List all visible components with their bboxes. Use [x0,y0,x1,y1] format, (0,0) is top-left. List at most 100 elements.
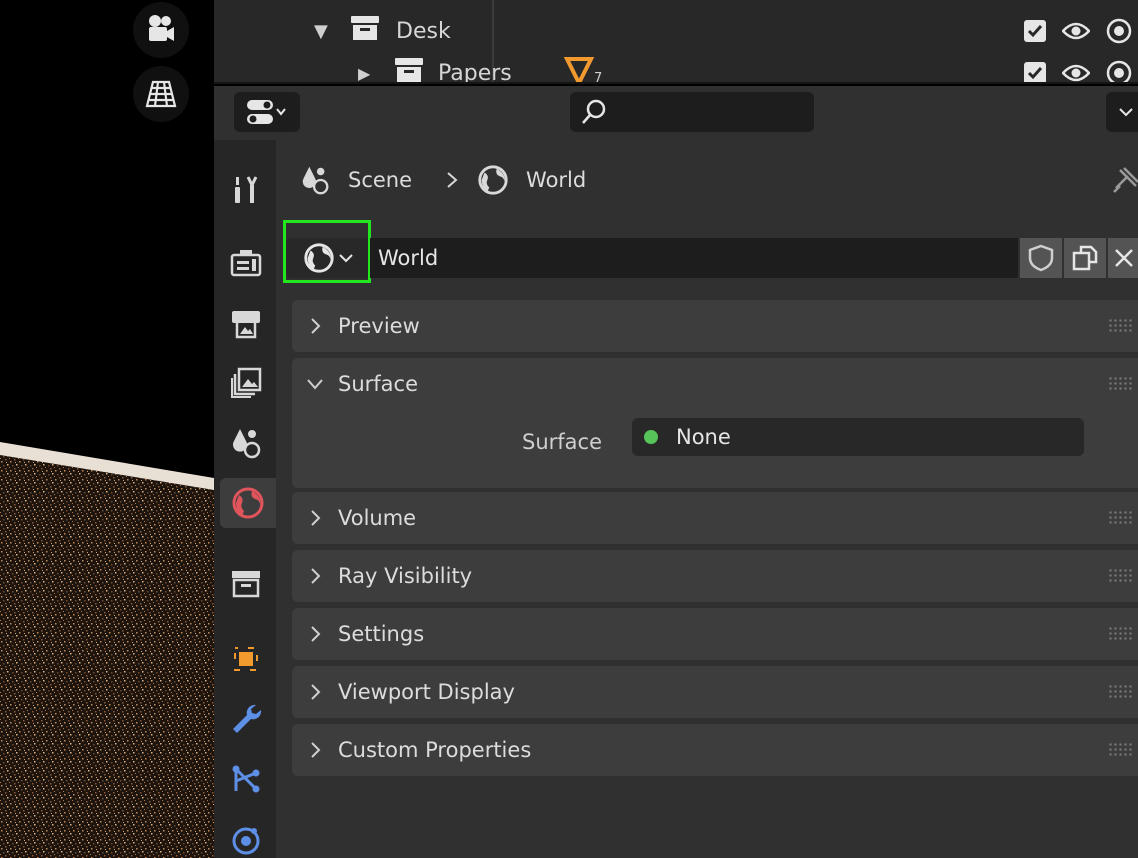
panel-title: Ray Visibility [338,564,473,588]
panel-header[interactable]: Viewport Display [292,666,1138,718]
tab-world[interactable] [220,478,276,528]
chevron-down-icon [307,379,323,390]
panel-header[interactable]: Ray Visibility [292,550,1138,602]
drag-handle-icon[interactable] [1108,742,1134,756]
render-camera-icon[interactable] [1106,18,1132,44]
exclude-checkbox[interactable] [1024,62,1046,82]
breadcrumb: Scene World [298,160,586,200]
panel-custom-properties[interactable]: Custom Properties [292,724,1138,776]
scene-icon [233,429,261,459]
properties-content: Scene World World Preview Surface Surfac… [276,140,1138,858]
panel-volume[interactable]: Volume [292,492,1138,544]
child-count-badge: 7 [594,71,603,84]
expand-triangle-icon[interactable]: ▶ [358,64,370,83]
chevron-down-icon [1119,108,1133,117]
outliner-panel[interactable]: ▼ Desk ▶ Papers 7 [214,0,1138,84]
surface-shader-dropdown[interactable]: None [632,418,1084,456]
exclude-checkbox[interactable] [1024,20,1046,42]
tab-particles[interactable] [220,754,272,804]
unlink-button[interactable] [1108,238,1138,278]
tab-render[interactable] [220,238,272,288]
panel-header[interactable]: Surface [292,358,1138,410]
panel-title: Surface [338,372,419,396]
surface-shader-value[interactable]: None [676,425,731,449]
options-dropdown[interactable] [1106,92,1138,132]
collapse-triangle-icon[interactable]: ▼ [314,21,328,42]
render-icon [230,250,262,277]
properties-editor-icon [247,100,286,124]
close-icon [1115,249,1133,267]
drag-handle-icon[interactable] [1108,684,1134,698]
collection-icon [394,56,424,82]
world-name-value[interactable]: World [378,246,438,270]
world-name-field[interactable]: World [370,238,1018,278]
properties-tab-bar [214,140,276,858]
panel-surface[interactable]: Surface Surface None [292,358,1138,488]
perspective-toggle-button[interactable] [133,66,189,122]
drag-handle-icon[interactable] [1108,568,1134,582]
panel-header[interactable]: Preview [292,300,1138,352]
collection-icon [232,571,260,598]
panel-header[interactable]: Volume [292,492,1138,544]
surface-field-label: Surface [521,430,602,454]
tab-modifiers[interactable] [220,694,272,744]
chevron-right-icon [311,626,321,642]
chevron-right-icon [447,172,458,188]
outliner-item-label[interactable]: Desk [396,19,451,44]
eye-icon[interactable] [1062,21,1090,41]
world-icon [232,487,264,519]
panel-ray-visibility[interactable]: Ray Visibility [292,550,1138,602]
camera-view-button[interactable] [133,2,189,58]
socket-dot-icon [644,430,658,444]
fake-user-button[interactable] [1020,238,1062,278]
chevron-right-icon [311,742,321,758]
outliner-item-label[interactable]: Papers [438,61,512,83]
search-icon [582,99,606,124]
panel-viewport-display[interactable]: Viewport Display [292,666,1138,718]
panel-header[interactable]: Custom Properties [292,724,1138,776]
visibility-controls [1024,60,1132,84]
chevron-right-icon [311,510,321,526]
panel-title: Volume [338,506,417,530]
wrench-icon [233,704,262,733]
drag-handle-icon[interactable] [1108,318,1134,332]
eye-icon[interactable] [1062,63,1090,83]
tab-tool[interactable] [220,164,272,214]
render-camera-icon[interactable] [1106,60,1132,84]
panel-title: Preview [338,314,420,338]
particles-icon [232,765,260,793]
tab-view-layer[interactable] [220,358,272,408]
duplicate-icon [1072,245,1098,271]
properties-header [214,86,1138,140]
panel-header[interactable]: Settings [292,608,1138,660]
properties-editor[interactable]: Scene World World Preview Surface Surfac… [214,86,1138,858]
search-input[interactable] [614,101,804,123]
outliner-row-papers[interactable]: ▶ Papers 7 [214,53,1138,84]
world-icon [478,165,508,195]
drag-handle-icon[interactable] [1108,626,1134,640]
editor-type-dropdown[interactable] [234,92,300,132]
object-icon [234,647,258,671]
tab-output[interactable] [220,298,272,348]
image-stack-icon [231,367,262,398]
panel-settings[interactable]: Settings [292,608,1138,660]
drag-handle-icon[interactable] [1108,376,1134,390]
chevron-right-icon [311,684,321,700]
collection-icon [350,14,380,48]
pin-icon[interactable] [1110,166,1138,196]
tab-physics[interactable] [220,814,272,858]
panel-preview[interactable]: Preview [292,300,1138,352]
drag-handle-icon[interactable] [1108,510,1134,524]
scene-icon [302,166,329,195]
properties-search-field[interactable] [570,92,814,132]
shield-icon [1028,244,1054,272]
tab-collection[interactable] [220,558,272,608]
grid-icon [145,80,177,108]
panel-title: Viewport Display [338,680,515,704]
duplicate-button[interactable] [1064,238,1106,278]
tab-object[interactable] [220,634,272,684]
outliner-row-desk[interactable]: ▼ Desk [214,11,1138,51]
3d-viewport[interactable] [0,0,214,858]
tab-scene[interactable] [220,418,272,468]
breadcrumb-scene: Scene [348,168,413,192]
